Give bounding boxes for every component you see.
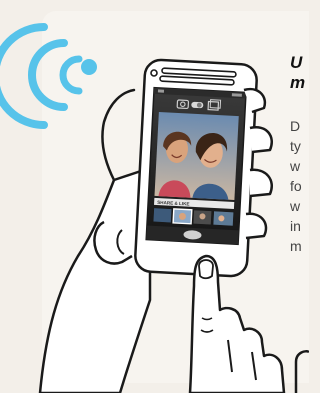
body-line: w	[290, 198, 301, 214]
body-line: ty	[290, 138, 301, 154]
smartphone: SHARE & LIKE	[134, 58, 258, 278]
headline: U m	[290, 53, 305, 93]
body-line: D	[290, 118, 301, 134]
phone-in-hand-illustration: SHARE & LIKE	[0, 23, 309, 393]
body-line: fo	[290, 178, 302, 194]
holding-hand	[38, 88, 152, 393]
stage: SHARE & LIKE U m D ty w fo w in m	[0, 0, 309, 393]
body-text: D ty w fo w in m	[290, 116, 302, 256]
body-line: in	[290, 218, 301, 234]
headline-line: m	[290, 73, 306, 92]
pointing-hand	[188, 254, 309, 393]
phone-screen: SHARE & LIKE	[145, 86, 247, 246]
body-line: w	[290, 158, 301, 174]
body-line: m	[290, 238, 302, 254]
shared-photo	[154, 111, 239, 201]
wifi-signal-icon	[0, 23, 97, 129]
headline-line: U	[290, 53, 303, 72]
